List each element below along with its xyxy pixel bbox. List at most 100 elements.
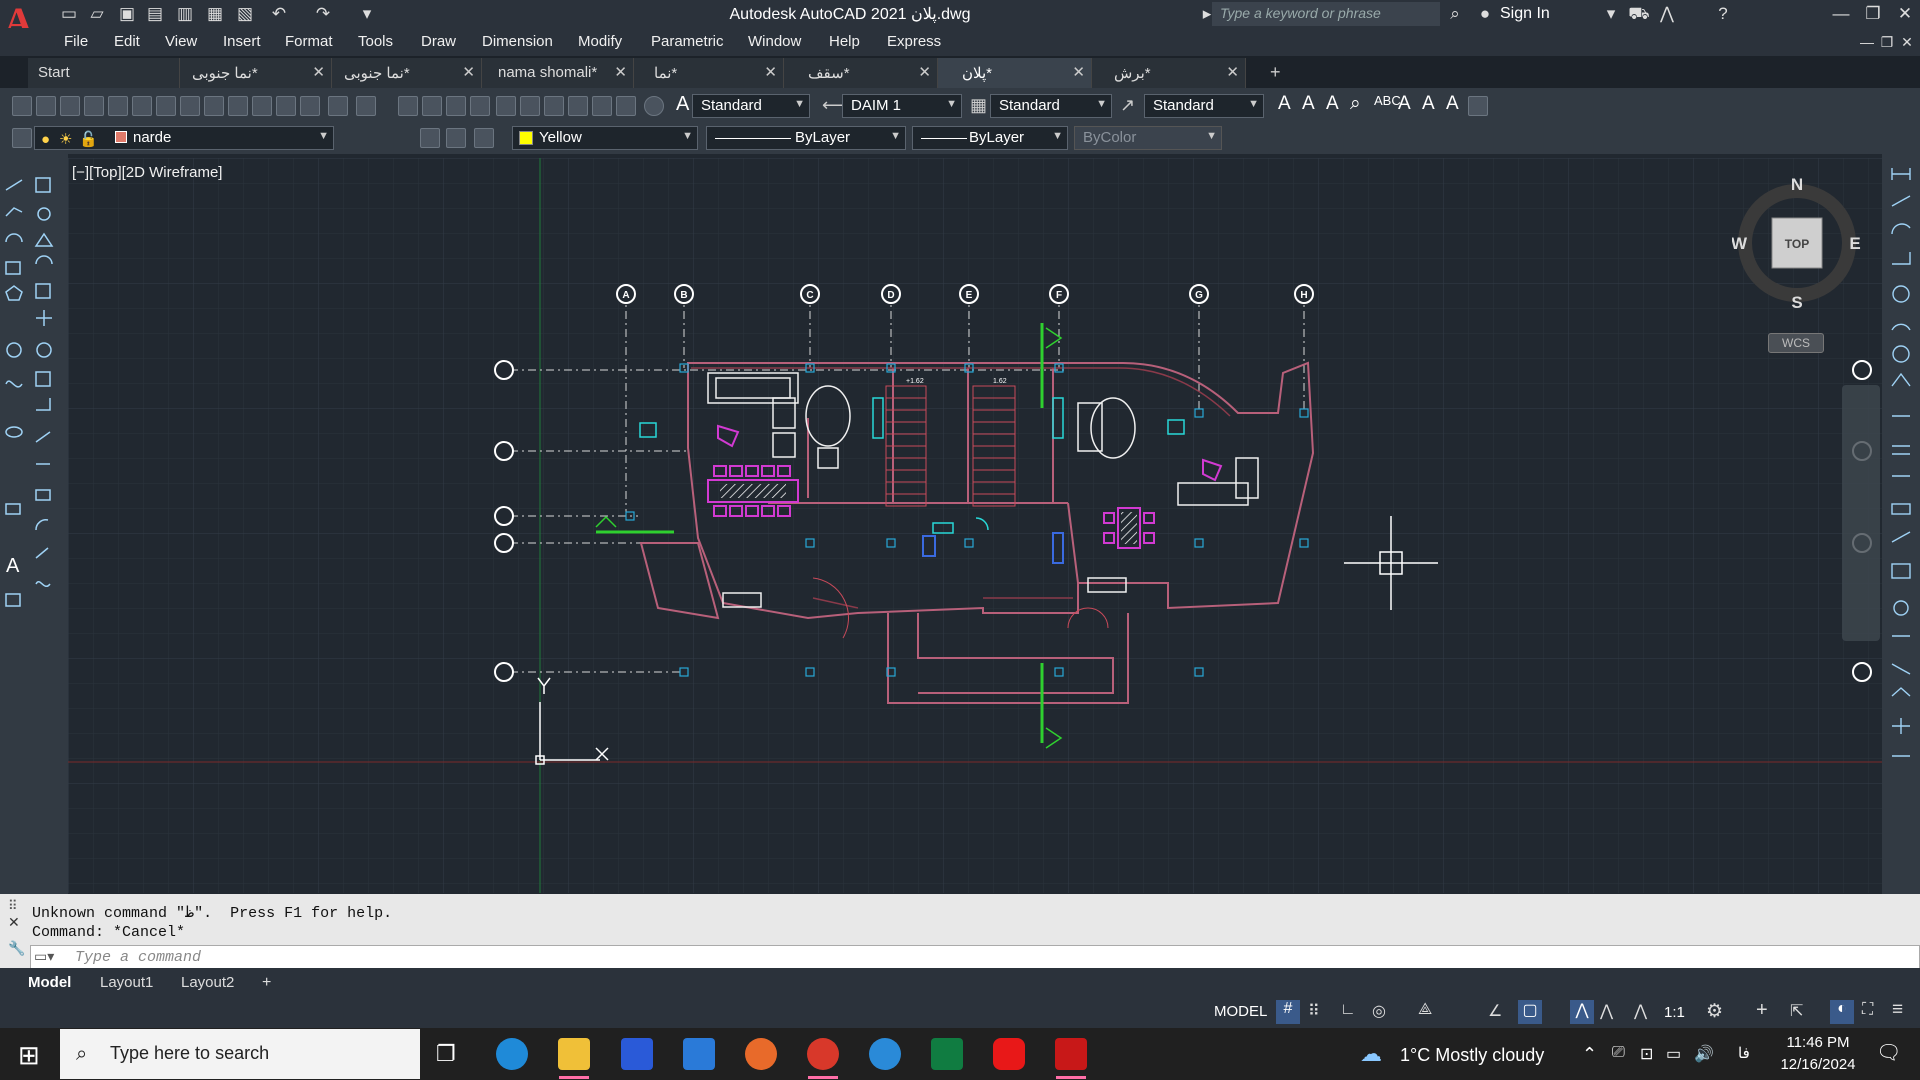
search-icon[interactable]: ⌕ — [1444, 3, 1466, 25]
close-tab-icon[interactable]: ✕ — [918, 63, 931, 81]
osnap-icon[interactable]: ▢ — [1518, 1000, 1542, 1024]
linetype-dropdown[interactable]: ByLayer ▼ — [706, 126, 906, 150]
meet-now-icon[interactable]: ⎚ — [1612, 1044, 1625, 1062]
undo-icon[interactable]: ↶ — [268, 3, 290, 25]
design-center-icon[interactable] — [520, 96, 540, 116]
menu-dimension[interactable]: Dimension — [482, 33, 553, 50]
menu-modify[interactable]: Modify — [578, 33, 622, 50]
command-prompt-icon[interactable]: ▭▾ — [34, 948, 54, 965]
properties-icon[interactable] — [496, 96, 516, 116]
model-space-button[interactable]: MODEL — [1214, 1003, 1267, 1020]
battery-icon[interactable]: ▭ — [1666, 1044, 1681, 1064]
save-icon[interactable]: ▣ — [116, 3, 138, 25]
text-align-icon[interactable]: A — [1422, 93, 1435, 115]
menu-insert[interactable]: Insert — [223, 33, 261, 50]
menu-edit[interactable]: Edit — [114, 33, 140, 50]
polar-icon[interactable]: ◎ — [1372, 1001, 1386, 1021]
cart-icon[interactable]: ⛟ — [1628, 3, 1650, 25]
notification-icon[interactable]: 🗨 — [1876, 1040, 1901, 1065]
command-input[interactable]: Type a command — [30, 945, 1920, 969]
mail-icon[interactable] — [683, 1038, 715, 1070]
layer-tool-icon[interactable] — [1468, 96, 1488, 116]
tab-nama-jonubi-1[interactable]: نما جنوبی* ✕ — [180, 58, 332, 88]
open-web-icon[interactable]: ▥ — [174, 3, 196, 25]
close-tab-icon[interactable]: ✕ — [764, 63, 777, 81]
plot-icon[interactable]: ▧ — [234, 3, 256, 25]
open-icon[interactable]: ▱ — [86, 3, 108, 25]
preview-icon[interactable] — [108, 96, 128, 116]
dim-style-dropdown[interactable]: DAIM 1 ▼ — [842, 94, 962, 118]
tab-plan[interactable]: پلان* ✕ — [938, 58, 1092, 88]
calculator-icon[interactable] — [616, 96, 636, 116]
task-view-icon[interactable]: ❐ — [436, 1041, 456, 1067]
annotation-visibility-icon[interactable]: ⋀ — [1570, 1000, 1594, 1024]
customize-icon[interactable]: ▾ — [356, 3, 378, 25]
markup-icon[interactable] — [592, 96, 612, 116]
snap-icon[interactable]: ⠿ — [1308, 1001, 1320, 1021]
sign-in-link[interactable]: Sign In — [1500, 5, 1550, 23]
undo-tb-icon[interactable] — [328, 96, 348, 116]
youtube-icon[interactable] — [993, 1038, 1025, 1070]
save-web-icon[interactable]: ▦ — [204, 3, 226, 25]
layer-properties-icon[interactable] — [12, 128, 32, 148]
dwf-icon[interactable] — [180, 96, 200, 116]
block-editor-icon[interactable] — [300, 96, 320, 116]
3d-print-icon[interactable] — [156, 96, 176, 116]
color-dropdown[interactable]: Yellow ▼ — [512, 126, 698, 150]
zoom-window-icon[interactable] — [446, 96, 466, 116]
file-explorer-icon[interactable] — [558, 1038, 590, 1070]
weather-text[interactable]: 1°C Mostly cloudy — [1400, 1045, 1544, 1066]
navigation-bar[interactable] — [1842, 385, 1880, 641]
drawing-canvas[interactable]: A B C D E F G H +1.62 1.62 — [68, 158, 1882, 893]
new-tab-icon[interactable]: + — [1270, 62, 1281, 83]
tab-start[interactable]: Start — [28, 58, 180, 88]
menu-view[interactable]: View — [165, 33, 197, 50]
isodraft-icon[interactable]: ⟁ — [1418, 1001, 1432, 1019]
doc-restore-icon[interactable]: ❐ — [1876, 31, 1898, 53]
mleader-style-dropdown[interactable]: Standard ▼ — [1144, 94, 1264, 118]
annotation-monitor-icon[interactable]: + — [1756, 999, 1768, 1022]
wrench-icon[interactable]: 🔧 — [8, 940, 25, 957]
firefox-icon[interactable] — [745, 1038, 777, 1070]
layer-dropdown[interactable]: ● ☀ 🔓 narde ▼ — [34, 126, 334, 150]
close-tab-icon[interactable]: ✕ — [614, 63, 627, 81]
clock-time[interactable]: 11:46 PM — [1778, 1034, 1858, 1051]
menu-help[interactable]: Help — [829, 33, 860, 50]
windows-start-icon[interactable]: ⊞ — [18, 1040, 40, 1071]
text-frame-icon[interactable]: A — [1446, 93, 1459, 115]
tab-nama-shomali[interactable]: nama shomali* ✕ — [482, 58, 634, 88]
print-icon[interactable] — [84, 96, 104, 116]
close-tab-icon[interactable]: ✕ — [1072, 63, 1085, 81]
match-prop-icon[interactable] — [276, 96, 296, 116]
lineweight-dropdown[interactable]: ByLayer ▼ — [912, 126, 1068, 150]
copy-icon[interactable] — [228, 96, 248, 116]
paste-icon[interactable] — [252, 96, 272, 116]
tab-layout1[interactable]: Layout1 — [100, 974, 153, 991]
help-icon[interactable]: ? — [1712, 3, 1734, 25]
volume-icon[interactable]: 🔊 — [1694, 1044, 1714, 1064]
language-indicator[interactable]: فا — [1738, 1044, 1750, 1062]
units-icon[interactable]: ⇱ — [1790, 1001, 1803, 1021]
tab-layout2[interactable]: Layout2 — [181, 974, 234, 991]
tray-app-icon[interactable]: ⊡ — [1640, 1044, 1653, 1064]
autocad-taskbar-icon[interactable] — [1055, 1038, 1087, 1070]
close-icon[interactable]: ✕ — [1894, 3, 1916, 25]
new-icon[interactable]: ▭ — [58, 3, 80, 25]
grid-icon[interactable]: # — [1276, 1000, 1300, 1024]
layer-state-icon[interactable] — [474, 128, 494, 148]
minimize-icon[interactable]: — — [1830, 3, 1852, 25]
taskbar-search-box[interactable]: Type here to search — [60, 1029, 420, 1079]
fullscreen-icon[interactable]: ⛶ — [1862, 1001, 1873, 1019]
store-icon[interactable] — [621, 1038, 653, 1070]
restore-icon[interactable]: ❐ — [1862, 3, 1884, 25]
text-tool-icon[interactable]: A — [1278, 93, 1291, 115]
wcs-menu[interactable]: WCS — [1768, 333, 1824, 353]
add-layout-icon[interactable]: + — [262, 974, 271, 992]
zoom-previous-icon[interactable] — [470, 96, 490, 116]
edge-icon[interactable] — [496, 1038, 528, 1070]
tab-model[interactable]: Model — [28, 974, 71, 991]
search-input[interactable]: Type a keyword or phrase — [1212, 2, 1440, 26]
close-tab-icon[interactable]: ✕ — [1226, 63, 1239, 81]
pan-icon[interactable] — [398, 96, 418, 116]
zoom-realtime-icon[interactable] — [422, 96, 442, 116]
